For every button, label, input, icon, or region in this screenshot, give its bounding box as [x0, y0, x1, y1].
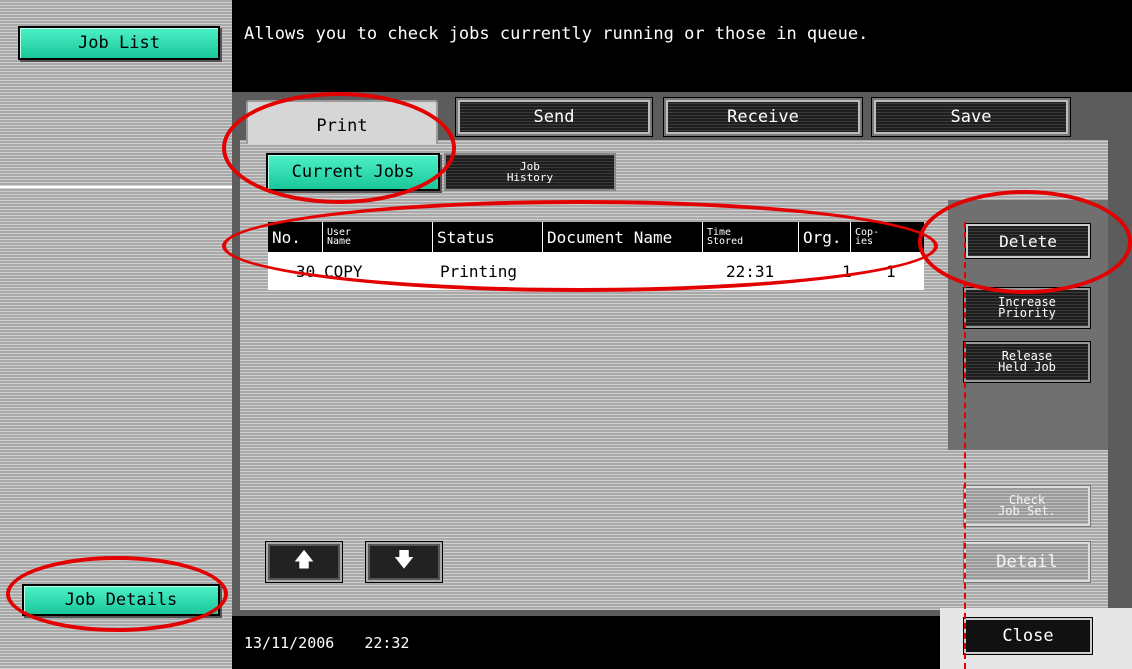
- arrow-down-icon: 🡇: [393, 547, 415, 571]
- close-button[interactable]: Close: [964, 618, 1092, 654]
- header-description: Allows you to check jobs currently runni…: [232, 0, 1132, 92]
- tab-send[interactable]: Send: [455, 97, 653, 137]
- status-bar: 13/11/2006 22:32: [232, 616, 940, 669]
- release-held-job-button[interactable]: Release Held Job: [964, 342, 1090, 382]
- annotation-dashed-line: [964, 222, 966, 669]
- detail-button[interactable]: Detail: [964, 542, 1090, 582]
- annotation-ring-print: [222, 92, 456, 204]
- scroll-down-button[interactable]: 🡇: [366, 542, 442, 582]
- footer-date: 13/11/2006: [244, 633, 335, 652]
- arrow-up-icon: 🡅: [293, 547, 315, 571]
- job-history-label-line2: History: [506, 171, 554, 184]
- job-list-button[interactable]: Job List: [18, 26, 220, 60]
- footer-time: 22:32: [364, 633, 410, 652]
- annotation-ring-job-details: [6, 556, 228, 632]
- check-job-settings-button[interactable]: Check Job Set.: [964, 486, 1090, 526]
- annotation-ring-delete: [918, 190, 1132, 294]
- tab-receive[interactable]: Receive: [663, 97, 863, 137]
- check-job-set-line2: Job Set.: [998, 504, 1056, 518]
- job-history-button[interactable]: Job History: [444, 153, 616, 191]
- annotation-ring-table: [222, 200, 938, 292]
- release-held-line2: Held Job: [998, 360, 1056, 374]
- scroll-up-button[interactable]: 🡅: [266, 542, 342, 582]
- increase-priority-line2: Priority: [998, 306, 1056, 320]
- increase-priority-button[interactable]: Increase Priority: [964, 288, 1090, 328]
- tab-save[interactable]: Save: [871, 97, 1071, 137]
